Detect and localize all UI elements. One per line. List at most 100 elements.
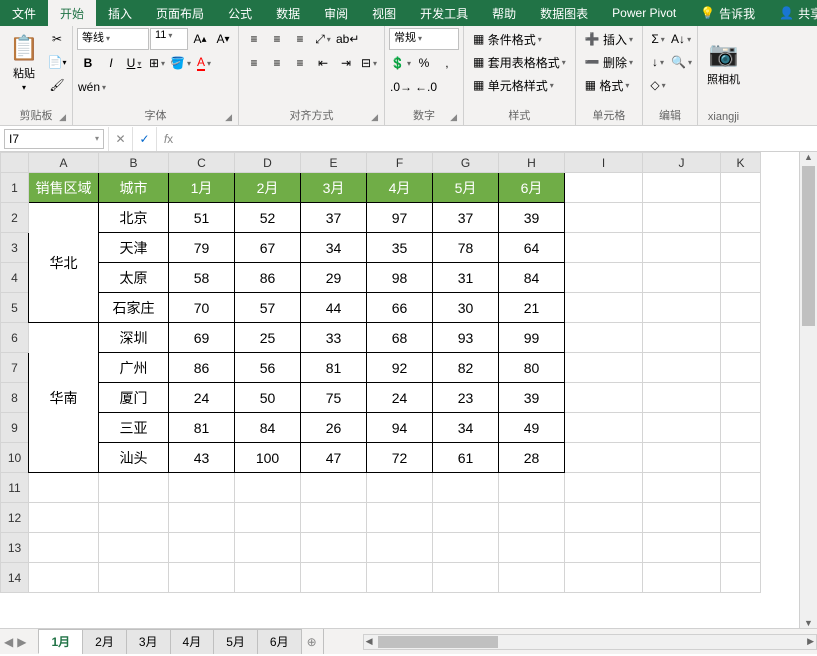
empty-cell[interactable] [565, 203, 643, 233]
empty-cell[interactable] [643, 203, 721, 233]
empty-cell[interactable] [235, 503, 301, 533]
empty-cell[interactable] [29, 503, 99, 533]
column-header[interactable]: G [433, 153, 499, 173]
tell-me[interactable]: 💡告诉我 [688, 5, 767, 22]
data-cell[interactable]: 51 [169, 203, 235, 233]
align-center-button[interactable]: ≡ [266, 52, 288, 74]
data-cell[interactable]: 79 [169, 233, 235, 263]
scroll-up-icon[interactable]: ▲ [800, 152, 817, 162]
empty-cell[interactable] [235, 473, 301, 503]
merge-button[interactable]: ⊟ [358, 52, 380, 74]
table-format-button[interactable]: ▦ 套用表格格式 [468, 51, 571, 73]
empty-cell[interactable] [565, 383, 643, 413]
table-header-cell[interactable]: 5月 [433, 173, 499, 203]
empty-cell[interactable] [565, 323, 643, 353]
empty-cell[interactable] [643, 383, 721, 413]
data-cell[interactable]: 44 [301, 293, 367, 323]
data-cell[interactable]: 30 [433, 293, 499, 323]
data-cell[interactable]: 35 [367, 233, 433, 263]
tab-公式[interactable]: 公式 [216, 0, 264, 26]
data-cell[interactable]: 75 [301, 383, 367, 413]
table-header-cell[interactable]: 销售区域 [29, 173, 99, 203]
empty-cell[interactable] [643, 413, 721, 443]
dialog-launcher-icon[interactable]: ◢ [450, 112, 457, 123]
empty-cell[interactable] [721, 503, 761, 533]
row-header[interactable]: 1 [1, 173, 29, 203]
decrease-indent-button[interactable]: ⇤ [312, 52, 334, 74]
empty-cell[interactable] [499, 503, 565, 533]
row-header[interactable]: 2 [1, 203, 29, 233]
data-cell[interactable]: 66 [367, 293, 433, 323]
column-header[interactable]: J [643, 153, 721, 173]
empty-cell[interactable] [235, 533, 301, 563]
data-cell[interactable]: 34 [433, 413, 499, 443]
data-cell[interactable]: 50 [235, 383, 301, 413]
row-header[interactable]: 13 [1, 533, 29, 563]
data-cell[interactable]: 29 [301, 263, 367, 293]
find-button[interactable]: 🔍 [670, 51, 693, 73]
empty-cell[interactable] [301, 503, 367, 533]
empty-cell[interactable] [721, 173, 761, 203]
autosum-button[interactable]: Σ [647, 28, 669, 50]
region-cell[interactable]: 华南 [29, 323, 99, 473]
data-cell[interactable]: 98 [367, 263, 433, 293]
empty-cell[interactable] [565, 563, 643, 593]
align-middle-button[interactable]: ≡ [266, 28, 288, 50]
row-header[interactable]: 8 [1, 383, 29, 413]
empty-cell[interactable] [721, 353, 761, 383]
row-header[interactable]: 12 [1, 503, 29, 533]
tab-文件[interactable]: 文件 [0, 0, 48, 26]
empty-cell[interactable] [169, 503, 235, 533]
sheet-tab[interactable]: 5月 [213, 629, 258, 654]
column-header[interactable]: I [565, 153, 643, 173]
copy-button[interactable]: 📄▾ [46, 51, 68, 73]
data-cell[interactable]: 28 [499, 443, 565, 473]
empty-cell[interactable] [721, 533, 761, 563]
scrollbar-thumb[interactable] [378, 636, 498, 648]
empty-cell[interactable] [643, 563, 721, 593]
data-cell[interactable]: 68 [367, 323, 433, 353]
city-cell[interactable]: 三亚 [99, 413, 169, 443]
empty-cell[interactable] [301, 533, 367, 563]
font-color-button[interactable]: A [193, 52, 215, 74]
empty-cell[interactable] [169, 563, 235, 593]
row-header[interactable]: 3 [1, 233, 29, 263]
data-cell[interactable]: 31 [433, 263, 499, 293]
number-format-select[interactable]: 常规 [389, 28, 459, 50]
data-cell[interactable]: 56 [235, 353, 301, 383]
camera-button[interactable]: 📷 照相机 [702, 28, 745, 98]
table-header-cell[interactable]: 3月 [301, 173, 367, 203]
column-header[interactable]: H [499, 153, 565, 173]
format-cells-button[interactable]: ▦ 格式 [580, 74, 638, 96]
cancel-formula-button[interactable]: ✕ [108, 127, 132, 151]
table-header-cell[interactable]: 4月 [367, 173, 433, 203]
data-cell[interactable]: 93 [433, 323, 499, 353]
data-cell[interactable]: 34 [301, 233, 367, 263]
dialog-launcher-icon[interactable]: ◢ [225, 112, 232, 123]
data-cell[interactable]: 72 [367, 443, 433, 473]
city-cell[interactable]: 石家庄 [99, 293, 169, 323]
delete-cells-button[interactable]: ➖ 删除 [580, 51, 638, 73]
column-header[interactable]: B [99, 153, 169, 173]
empty-cell[interactable] [565, 503, 643, 533]
fx-button[interactable]: fx [156, 127, 180, 151]
empty-cell[interactable] [643, 323, 721, 353]
city-cell[interactable]: 天津 [99, 233, 169, 263]
sort-filter-button[interactable]: A↓ [670, 28, 692, 50]
share-button[interactable]: 👤共享 [767, 5, 817, 22]
column-header[interactable]: K [721, 153, 761, 173]
sheet-tab[interactable]: 4月 [170, 629, 215, 654]
empty-cell[interactable] [169, 473, 235, 503]
empty-cell[interactable] [565, 413, 643, 443]
empty-cell[interactable] [721, 293, 761, 323]
bold-button[interactable]: B [77, 52, 99, 74]
empty-cell[interactable] [565, 233, 643, 263]
empty-cell[interactable] [565, 263, 643, 293]
data-cell[interactable]: 61 [433, 443, 499, 473]
data-cell[interactable]: 26 [301, 413, 367, 443]
data-cell[interactable]: 99 [499, 323, 565, 353]
empty-cell[interactable] [643, 473, 721, 503]
empty-cell[interactable] [367, 503, 433, 533]
row-header[interactable]: 14 [1, 563, 29, 593]
column-header[interactable]: F [367, 153, 433, 173]
